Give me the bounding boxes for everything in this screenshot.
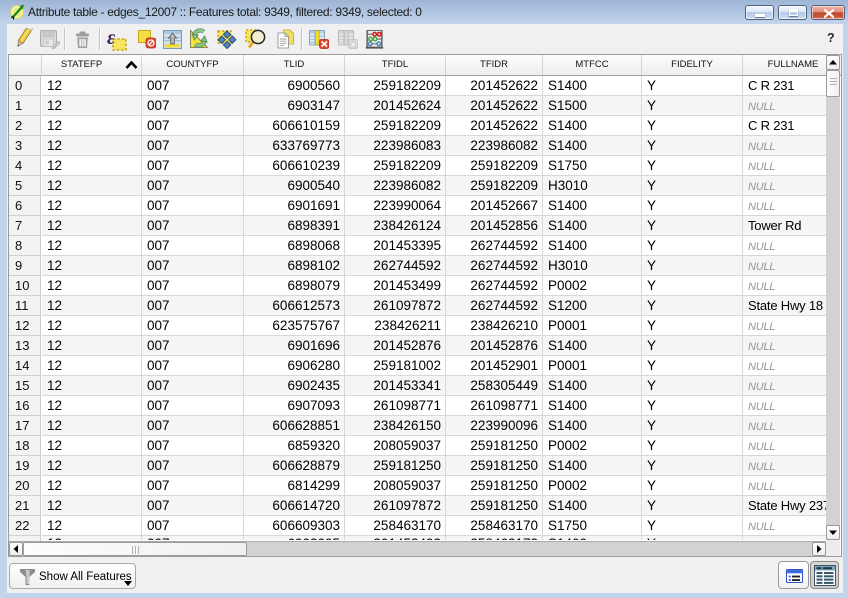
svg-text:ε: ε: [107, 28, 116, 49]
